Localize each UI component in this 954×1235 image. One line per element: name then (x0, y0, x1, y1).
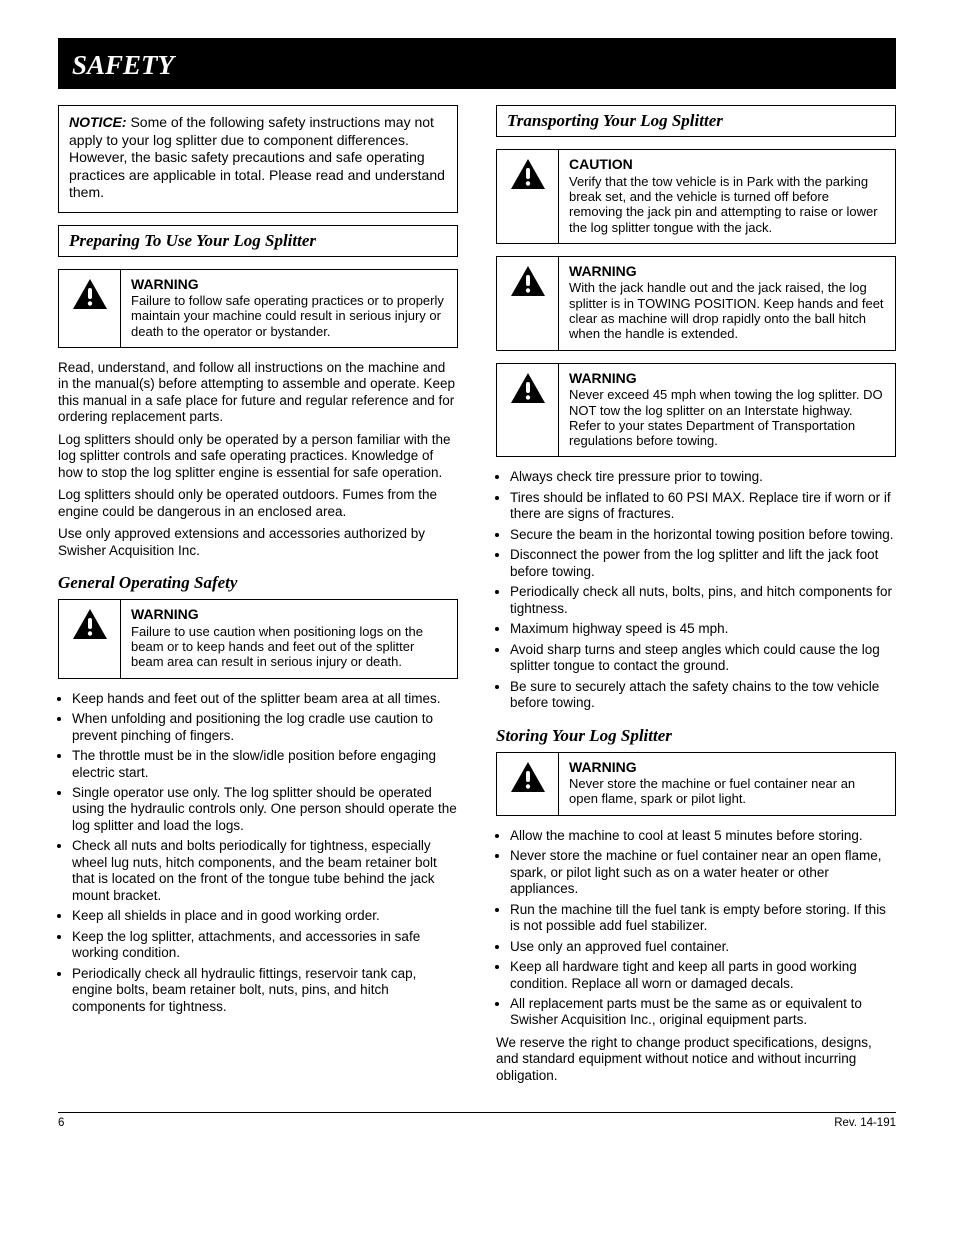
warning-text: Never exceed 45 mph when towing the log … (569, 387, 883, 448)
warning-text: With the jack handle out and the jack ra… (569, 280, 884, 341)
list-item: Periodically check all nuts, bolts, pins… (510, 584, 896, 617)
list-item: Be sure to securely attach the safety ch… (510, 679, 896, 712)
list-item: Allow the machine to cool at least 5 min… (510, 828, 896, 844)
notice-label: NOTICE: (69, 114, 127, 130)
list-item: Secure the beam in the horizontal towing… (510, 527, 896, 543)
transport-bullets: Always check tire pressure prior to towi… (510, 469, 896, 711)
warning-icon (497, 753, 559, 815)
warning-icon (497, 257, 559, 350)
list-item: The throttle must be in the slow/idle po… (72, 748, 458, 781)
warning-level: WARNING (569, 370, 885, 387)
warning-icon (497, 364, 559, 457)
warning-level: WARNING (569, 759, 885, 776)
list-item: Always check tire pressure prior to towi… (510, 469, 896, 485)
list-item: Check all nuts and bolts periodically fo… (72, 838, 458, 904)
para-outdoors: Log splitters should only be operated ou… (58, 487, 458, 520)
warning-level: WARNING (569, 263, 885, 280)
list-item: Disconnect the power from the log splitt… (510, 547, 896, 580)
warning-box-speed: WARNING Never exceed 45 mph when towing … (496, 363, 896, 458)
list-item: Keep all shields in place and in good wo… (72, 908, 458, 924)
section-header: SAFETY (58, 38, 896, 89)
warning-level: WARNING (131, 606, 447, 623)
subhead-prepare: Preparing To Use Your Log Splitter (58, 225, 458, 257)
warning-text: Failure to use caution when positioning … (131, 624, 423, 670)
warning-box-prepare: WARNING Failure to follow safe operating… (58, 269, 458, 349)
list-item: Keep the log splitter, attachments, and … (72, 929, 458, 962)
subhead-transport: Transporting Your Log Splitter (496, 105, 896, 137)
notice-box: NOTICE: Some of the following safety ins… (58, 105, 458, 213)
caution-text: Verify that the tow vehicle is in Park w… (569, 174, 878, 235)
warning-icon (59, 270, 121, 348)
para-operator: Log splitters should only be operated by… (58, 432, 458, 481)
list-item: All replacement parts must be the same a… (510, 996, 896, 1029)
warning-level: WARNING (131, 276, 447, 293)
para-read-manual: Read, understand, and follow all instruc… (58, 360, 458, 426)
list-item: Run the machine till the fuel tank is em… (510, 902, 896, 935)
caution-level: CAUTION (569, 156, 885, 173)
left-column: NOTICE: Some of the following safety ins… (58, 105, 458, 1090)
warning-text: Failure to follow safe operating practic… (131, 293, 444, 339)
page-number: 6 (58, 1117, 64, 1129)
page-footer: 6 Rev. 14-191 (58, 1117, 896, 1129)
warning-box-general: WARNING Failure to use caution when posi… (58, 599, 458, 679)
para-accessories: Use only approved extensions and accesso… (58, 526, 458, 559)
caution-box-park: CAUTION Verify that the tow vehicle is i… (496, 149, 896, 244)
storing-bullets: Allow the machine to cool at least 5 min… (510, 828, 896, 1029)
footer-rule (58, 1112, 896, 1113)
rev-number: Rev. 14-191 (834, 1117, 896, 1129)
warning-box-store: WARNING Never store the machine or fuel … (496, 752, 896, 816)
section-title: SAFETY (72, 50, 882, 81)
warning-box-jack: WARNING With the jack handle out and the… (496, 256, 896, 351)
list-item: When unfolding and positioning the log c… (72, 711, 458, 744)
subhead-storing: Storing Your Log Splitter (496, 726, 896, 746)
list-item: Keep hands and feet out of the splitter … (72, 691, 458, 707)
list-item: Single operator use only. The log splitt… (72, 785, 458, 834)
list-item: Maximum highway speed is 45 mph. (510, 621, 896, 637)
list-item: Keep all hardware tight and keep all par… (510, 959, 896, 992)
warning-text: Never store the machine or fuel containe… (569, 776, 855, 806)
warning-icon (497, 150, 559, 243)
general-bullets: Keep hands and feet out of the splitter … (72, 691, 458, 1015)
list-item: Tires should be inflated to 60 PSI MAX. … (510, 490, 896, 523)
list-item: Never store the machine or fuel containe… (510, 848, 896, 897)
para-spec-change: We reserve the right to change product s… (496, 1035, 896, 1084)
list-item: Avoid sharp turns and steep angles which… (510, 642, 896, 675)
warning-icon (59, 600, 121, 678)
list-item: Use only an approved fuel container. (510, 939, 896, 955)
list-item: Periodically check all hydraulic fitting… (72, 966, 458, 1015)
subhead-general: General Operating Safety (58, 573, 458, 593)
right-column: Transporting Your Log Splitter CAUTION V… (496, 105, 896, 1090)
